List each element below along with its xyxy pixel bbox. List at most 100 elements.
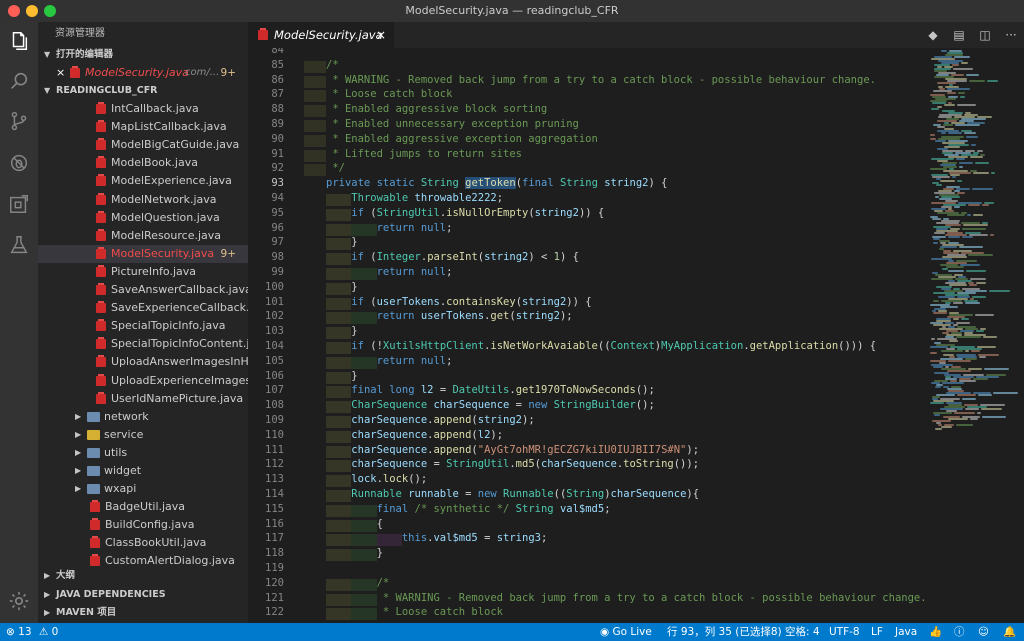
code-line[interactable]: } (326, 236, 357, 248)
debug-icon[interactable] (0, 144, 38, 182)
maven-section[interactable]: ▶ MAVEN 项目 (38, 604, 248, 622)
notifications-bell-icon[interactable]: 🔔 (1003, 623, 1016, 641)
code-line[interactable]: charSequence.append("AyGt7ohMR!gECZG7kiI… (326, 444, 699, 456)
tree-file[interactable]: UserIdNamePicture.java (38, 390, 248, 408)
tree-file[interactable]: MapListCallback.java (38, 118, 248, 136)
go-live-button[interactable]: ◉ Go Live (600, 623, 652, 641)
code-line[interactable]: * Enabled aggressive block sorting (326, 103, 547, 115)
code-line[interactable]: this.val$md5 = string3; (326, 532, 547, 544)
tree-file[interactable]: ModelResource.java (38, 227, 248, 245)
tab-close-button[interactable]: × (376, 22, 386, 48)
feedback-icon[interactable]: 👍 (929, 623, 942, 641)
code-line[interactable]: lock.lock(); (326, 473, 427, 485)
code-line[interactable]: charSequence = StringUtil.md5(charSequen… (326, 458, 699, 470)
close-icon[interactable]: × (56, 64, 65, 82)
tab-modelsecurity[interactable]: ModelSecurity.java × (248, 22, 394, 48)
tree-folder[interactable]: ▶ wxapi (38, 480, 248, 498)
java-dependencies-section[interactable]: ▶ JAVA DEPENDENCIES (38, 586, 248, 604)
code-line[interactable]: private static String getToken(final Str… (326, 177, 667, 190)
code-line[interactable]: * Enabled unnecessary exception pruning (326, 118, 579, 130)
code-line[interactable]: return null; (326, 355, 453, 367)
source-control-icon[interactable] (0, 102, 38, 140)
extensions-icon[interactable] (0, 185, 38, 223)
info-icon[interactable]: ⓘ (954, 623, 965, 641)
open-editors-section[interactable]: ▼ 打开的编辑器 (38, 46, 248, 64)
open-editor-item[interactable]: × ModelSecurity.java com/... 9+ (38, 64, 248, 82)
code-line[interactable]: } (326, 281, 357, 293)
split-editor-icon[interactable]: ◫ (972, 28, 998, 42)
code-line[interactable]: } (326, 370, 357, 382)
code-line[interactable]: return null; (326, 222, 453, 234)
code-line[interactable]: * Enabled aggressive exception aggregati… (326, 133, 598, 145)
git-diff-icon[interactable]: ◆ (920, 28, 946, 42)
code-editor[interactable]: 84 85 /* 86 * WARNING - Removed back jump f… (248, 48, 928, 623)
tree-file[interactable]: ModelExperience.java (38, 172, 248, 190)
search-icon[interactable] (0, 62, 38, 100)
tree-file[interactable]: ModelSecurity.java 9+ (38, 244, 248, 263)
code-line[interactable]: * WARNING - Removed back jump from a try… (326, 592, 927, 604)
code-line[interactable]: final /* synthetic */ String val$md5; (326, 503, 611, 515)
outline-section[interactable]: ▶ 大纲 (38, 567, 248, 585)
chevron-right-icon: ▶ (75, 447, 82, 457)
chevron-right-icon: ▶ (75, 484, 82, 494)
code-line[interactable]: */ (326, 162, 345, 174)
eol-status[interactable]: LF (871, 623, 883, 641)
code-line[interactable]: * WARNING - Removed back jump from a try… (326, 74, 876, 86)
cursor-position[interactable]: 行 93，列 35 (已选择8) (667, 623, 782, 641)
tree-file[interactable]: ModelBigCatGuide.java (38, 136, 248, 154)
close-window-button[interactable] (8, 5, 20, 17)
tree-file[interactable]: SpecialTopicInfoContent.j... (38, 335, 248, 353)
tree-file[interactable]: IntCallback.java (38, 100, 248, 118)
tree-file[interactable]: UploadAnswerImagesInH... (38, 353, 248, 371)
tree-file[interactable]: BadgeUtil.java (38, 498, 248, 516)
code-line[interactable]: return null; (326, 266, 453, 278)
problems-status[interactable]: ⊗ 13 ⚠ 0 (6, 623, 58, 641)
tree-file[interactable]: ModelBook.java (38, 154, 248, 172)
code-line[interactable]: } (326, 325, 357, 337)
settings-gear-icon[interactable] (0, 582, 38, 620)
zoom-window-button[interactable] (44, 5, 56, 17)
code-line[interactable]: * Loose catch block (326, 606, 503, 618)
smiley-icon[interactable]: ☺ (978, 623, 989, 641)
explorer-icon[interactable] (0, 22, 38, 60)
code-line[interactable]: return userTokens.get(string2); (326, 310, 573, 322)
code-line[interactable]: if (userTokens.containsKey(string2)) { (326, 296, 591, 308)
more-actions-icon[interactable]: ··· (998, 28, 1024, 42)
minimize-window-button[interactable] (26, 5, 38, 17)
tree-file[interactable]: UploadExperienceImages... (38, 372, 248, 390)
tree-folder[interactable]: ▶ network (38, 408, 248, 426)
code-line[interactable]: if (!XutilsHttpClient.isNetWorkAvaiable(… (326, 340, 876, 352)
indentation-status[interactable]: 空格: 4 (785, 623, 820, 641)
tree-file[interactable]: SaveAnswerCallback.java (38, 281, 248, 299)
tree-file[interactable]: ModelNetwork.java (38, 191, 248, 209)
code-line[interactable]: { (326, 518, 383, 530)
tree-file[interactable]: SaveExperienceCallback.j... (38, 299, 248, 317)
tree-file[interactable]: SpecialTopicInfo.java (38, 317, 248, 335)
code-line[interactable]: /* (326, 577, 390, 589)
tree-file[interactable]: PictureInfo.java (38, 263, 248, 281)
open-preview-icon[interactable]: ▤ (946, 28, 972, 42)
code-line[interactable]: charSequence.append(l2); (326, 429, 503, 441)
tree-file[interactable]: ModelQuestion.java (38, 209, 248, 227)
code-line[interactable]: CharSequence charSequence = new StringBu… (326, 399, 654, 411)
code-line[interactable]: charSequence.append(string2); (326, 414, 534, 426)
tree-folder[interactable]: ▶ widget (38, 462, 248, 480)
code-line[interactable]: * Lifted jumps to return sites (326, 148, 522, 160)
code-line[interactable]: * Loose catch block (326, 88, 452, 100)
tree-file[interactable]: ClassBookUtil.java (38, 534, 248, 552)
code-line[interactable]: /* (326, 59, 339, 71)
minimap[interactable] (928, 48, 1024, 623)
tree-folder[interactable]: ▶ utils (38, 444, 248, 462)
test-flask-icon[interactable] (0, 226, 38, 264)
tree-folder[interactable]: ▶ service (38, 426, 248, 444)
language-mode[interactable]: Java (895, 623, 917, 641)
code-line[interactable]: if (StringUtil.isNullOrEmpty(string2)) { (326, 207, 604, 219)
tree-file[interactable]: BuildConfig.java (38, 516, 248, 534)
code-line[interactable]: Throwable throwable2222; (326, 192, 503, 204)
code-line[interactable]: Runnable runnable = new Runnable((String… (326, 488, 699, 500)
encoding-status[interactable]: UTF-8 (829, 623, 860, 641)
project-section[interactable]: ▼ READINGCLUB_CFR (38, 82, 248, 100)
code-line[interactable]: } (326, 547, 383, 559)
code-line[interactable]: if (Integer.parseInt(string2) < 1) { (326, 251, 579, 263)
code-line[interactable]: final long l2 = DateUtils.get1970ToNowSe… (326, 384, 655, 396)
